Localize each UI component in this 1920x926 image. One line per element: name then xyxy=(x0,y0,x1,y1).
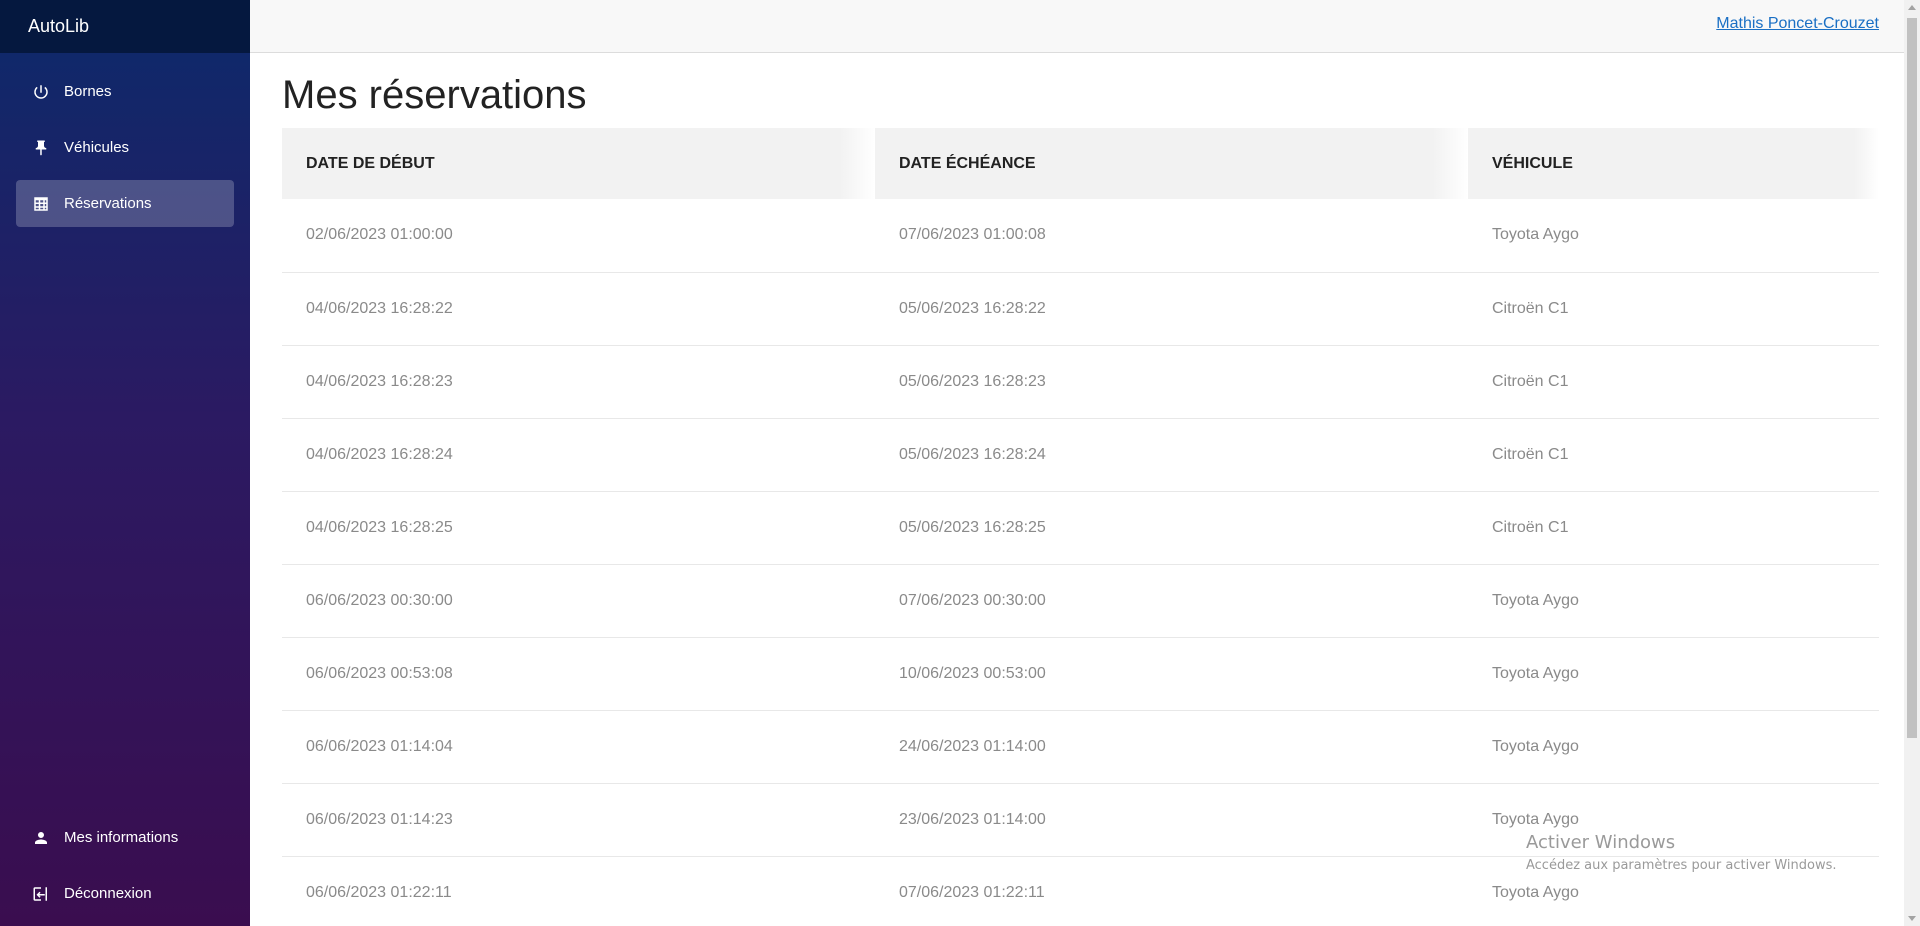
calendar-grid-icon xyxy=(30,193,52,215)
cell-start-date: 04/06/2023 16:28:24 xyxy=(282,418,875,492)
cell-end-date: 07/06/2023 01:00:08 xyxy=(875,199,1468,273)
user-icon xyxy=(30,827,52,849)
watermark-subtitle: Accédez aux paramètres pour activer Wind… xyxy=(1526,858,1837,873)
cell-vehicle: Citroën C1 xyxy=(1468,418,1879,492)
watermark-title: Activer Windows xyxy=(1526,832,1676,853)
cell-vehicle: Citroën C1 xyxy=(1468,272,1879,346)
cell-vehicle: Toyota Aygo xyxy=(1468,199,1879,273)
windows-activation-watermark: Activer Windows Accédez aux paramètres p… xyxy=(1526,832,1837,873)
cell-end-date: 05/06/2023 16:28:22 xyxy=(875,272,1468,346)
table-row[interactable]: 04/06/2023 16:28:23 05/06/2023 16:28:23 … xyxy=(282,345,1879,419)
sidebar-item-label: Bornes xyxy=(64,83,112,100)
sidebar-item-bornes[interactable]: Bornes xyxy=(16,68,234,115)
sidebar-item-label: Réservations xyxy=(64,195,152,212)
column-header-start-date[interactable]: DATE DE DÉBUT xyxy=(282,128,875,199)
table-row[interactable]: 06/06/2023 01:14:04 24/06/2023 01:14:00 … xyxy=(282,710,1879,784)
table-row[interactable]: 04/06/2023 16:28:24 05/06/2023 16:28:24 … xyxy=(282,418,1879,492)
table-row[interactable]: 04/06/2023 16:28:22 05/06/2023 16:28:22 … xyxy=(282,272,1879,346)
sidebar-item-label: Mes informations xyxy=(64,829,179,846)
top-bar: Mathis Poncet-Crouzet xyxy=(250,0,1904,53)
table-row[interactable]: 02/06/2023 01:00:00 07/06/2023 01:00:08 … xyxy=(282,199,1879,273)
page-title: Mes réservations xyxy=(282,73,587,117)
sidebar-item-mes-informations[interactable]: Mes informations xyxy=(16,814,234,861)
power-icon xyxy=(30,81,52,103)
logout-icon xyxy=(30,883,52,905)
brand-title[interactable]: AutoLib xyxy=(0,0,250,53)
cell-start-date: 04/06/2023 16:28:25 xyxy=(282,491,875,565)
cell-start-date: 02/06/2023 01:00:00 xyxy=(282,199,875,273)
cell-start-date: 04/06/2023 16:28:22 xyxy=(282,272,875,346)
cell-vehicle: Citroën C1 xyxy=(1468,491,1879,565)
cell-vehicle: Citroën C1 xyxy=(1468,345,1879,419)
scroll-up-arrow-icon[interactable] xyxy=(1908,5,1916,10)
sidebar-item-vehicules[interactable]: Véhicules xyxy=(16,124,234,171)
cell-start-date: 06/06/2023 01:14:23 xyxy=(282,783,875,857)
column-header-end-date[interactable]: DATE ÉCHÉANCE xyxy=(875,128,1468,199)
cell-end-date: 10/06/2023 00:53:00 xyxy=(875,637,1468,711)
cell-vehicle: Toyota Aygo xyxy=(1468,710,1879,784)
table-row[interactable]: 06/06/2023 00:30:00 07/06/2023 00:30:00 … xyxy=(282,564,1879,638)
table-row[interactable]: 04/06/2023 16:28:25 05/06/2023 16:28:25 … xyxy=(282,491,1879,565)
cell-end-date: 23/06/2023 01:14:00 xyxy=(875,783,1468,857)
cell-end-date: 05/06/2023 16:28:25 xyxy=(875,491,1468,565)
sidebar-nav: Bornes Véhicules Réservations xyxy=(0,53,250,227)
sidebar: AutoLib Bornes Véhicules Réservations Me xyxy=(0,0,250,926)
cell-end-date: 05/06/2023 16:28:23 xyxy=(875,345,1468,419)
sidebar-item-reservations[interactable]: Réservations xyxy=(16,180,234,227)
sidebar-item-deconnexion[interactable]: Déconnexion xyxy=(16,870,234,917)
cell-start-date: 06/06/2023 01:22:11 xyxy=(282,856,875,926)
cell-vehicle: Toyota Aygo xyxy=(1468,564,1879,638)
sidebar-item-label: Déconnexion xyxy=(64,885,152,902)
vertical-scrollbar[interactable] xyxy=(1904,0,1920,926)
reservations-table: DATE DE DÉBUT DATE ÉCHÉANCE VÉHICULE 02/… xyxy=(282,128,1879,926)
sidebar-item-label: Véhicules xyxy=(64,139,130,156)
cell-start-date: 06/06/2023 00:30:00 xyxy=(282,564,875,638)
cell-start-date: 06/06/2023 00:53:08 xyxy=(282,637,875,711)
cell-end-date: 07/06/2023 01:22:11 xyxy=(875,856,1468,926)
cell-vehicle: Toyota Aygo xyxy=(1468,637,1879,711)
cell-start-date: 06/06/2023 01:14:04 xyxy=(282,710,875,784)
cell-end-date: 07/06/2023 00:30:00 xyxy=(875,564,1468,638)
cell-start-date: 04/06/2023 16:28:23 xyxy=(282,345,875,419)
cell-end-date: 24/06/2023 01:14:00 xyxy=(875,710,1468,784)
scrollbar-thumb[interactable] xyxy=(1907,18,1917,738)
cell-end-date: 05/06/2023 16:28:24 xyxy=(875,418,1468,492)
user-profile-link[interactable]: Mathis Poncet-Crouzet xyxy=(1716,15,1879,33)
main-content: Mes réservations DATE DE DÉBUT DATE ÉCHÉ… xyxy=(282,53,1879,926)
sidebar-bottom-nav: Mes informations Déconnexion xyxy=(16,814,234,926)
table-header-row: DATE DE DÉBUT DATE ÉCHÉANCE VÉHICULE xyxy=(282,128,1879,199)
column-header-vehicle[interactable]: VÉHICULE xyxy=(1468,128,1879,199)
scroll-down-arrow-icon[interactable] xyxy=(1908,916,1916,921)
table-row[interactable]: 06/06/2023 00:53:08 10/06/2023 00:53:00 … xyxy=(282,637,1879,711)
pin-icon xyxy=(30,137,52,159)
